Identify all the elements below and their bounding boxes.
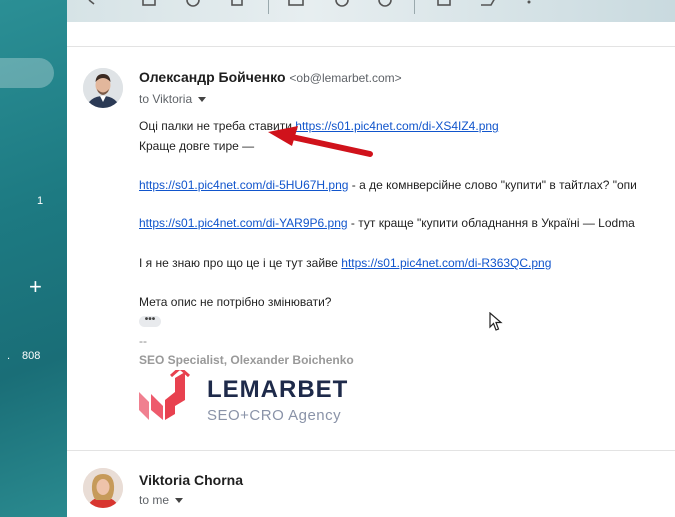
image-link[interactable]: https://s01.pic4net.com/di-R363QC.png <box>341 256 551 270</box>
recipients-label: to Viktoria <box>139 92 193 106</box>
toolbar-divider <box>268 0 269 14</box>
body-line: Краще довге тире — <box>139 139 254 153</box>
add-icon[interactable]: + <box>29 276 42 298</box>
message-divider <box>67 46 675 47</box>
sidebar-selected-item[interactable] <box>0 58 54 88</box>
body-line: Мета опис не потрібно змінювати? <box>139 295 331 309</box>
body-text: - тут краще "купити обладнання в Україні… <box>347 216 635 230</box>
snooze-icon <box>335 0 349 7</box>
toolbar-icons <box>88 0 531 14</box>
logo-wordmark: LEMARBET <box>207 376 349 403</box>
lemarbet-logo-mark <box>139 370 190 420</box>
body-text: І я не знаю про що це і це тут зайве <box>139 256 342 270</box>
body-text: Краще довге тире — <box>139 139 255 153</box>
body-line: https://s01.pic4net.com/di-5HU67H.png - … <box>139 178 637 192</box>
message-divider <box>67 450 675 451</box>
sidebar-dot: . <box>7 350 11 362</box>
left-navigation-sidebar: 1 + . 808 <box>0 0 67 517</box>
archive-icon <box>142 0 156 6</box>
chevron-down-icon <box>175 498 184 504</box>
body-text: Мета опис не потрібно змінювати? <box>139 295 332 309</box>
toolbar-divider <box>414 0 415 14</box>
body-line: https://s01.pic4net.com/di-YAR9P6.png - … <box>139 216 635 230</box>
sidebar-item-count: 808 <box>22 350 41 362</box>
avatar-photo <box>83 68 123 108</box>
body-line: І я не знаю про що це і це тут зайве htt… <box>139 256 551 270</box>
mark-unread-icon <box>288 0 304 6</box>
image-link[interactable]: https://s01.pic4net.com/di-5HU67H.png <box>139 178 348 192</box>
message-thread: Олександр Бойченко <ob@lemarbet.com> to … <box>67 22 675 517</box>
sender-avatar[interactable] <box>83 468 123 508</box>
image-link[interactable]: https://s01.pic4net.com/di-YAR9P6.png <box>139 216 348 230</box>
sidebar-item-count: 1 <box>37 195 44 207</box>
label-icon <box>481 0 495 6</box>
recipients-toggle[interactable]: to Viktoria <box>139 92 207 106</box>
recipients-toggle[interactable]: to me <box>139 493 184 507</box>
lemarbet-logo: LEMARBET SEO+CRO Agency <box>139 370 349 428</box>
body-text: - а де комнверсійне слово "купити" в тай… <box>348 178 637 192</box>
report-spam-icon <box>186 0 200 7</box>
more-icon <box>527 0 531 4</box>
sender-name: Viktoria Chorna <box>139 472 243 488</box>
sender-avatar[interactable] <box>83 68 123 108</box>
move-to-icon <box>437 0 451 6</box>
sender-name-text: Олександр Бойченко <box>139 69 286 85</box>
sender-name: Олександр Бойченко <ob@lemarbet.com> <box>139 69 402 85</box>
back-arrow-icon <box>88 0 95 5</box>
show-trimmed-content-button[interactable]: ••• <box>139 315 161 327</box>
chevron-down-icon <box>198 97 207 103</box>
recipients-label: to me <box>139 493 170 507</box>
sender-email: <ob@lemarbet.com> <box>289 71 402 85</box>
signature-separator: -- <box>139 334 147 348</box>
message-toolbar <box>67 0 675 23</box>
annotation-arrow-icon <box>268 126 373 157</box>
add-task-icon <box>378 0 392 7</box>
signature-title: SEO Specialist, Olexander Boichenko <box>139 353 354 367</box>
logo-tagline: SEO+CRO Agency <box>207 407 342 424</box>
avatar-photo <box>83 468 123 508</box>
delete-icon <box>231 0 243 6</box>
mouse-cursor-icon <box>489 312 503 331</box>
